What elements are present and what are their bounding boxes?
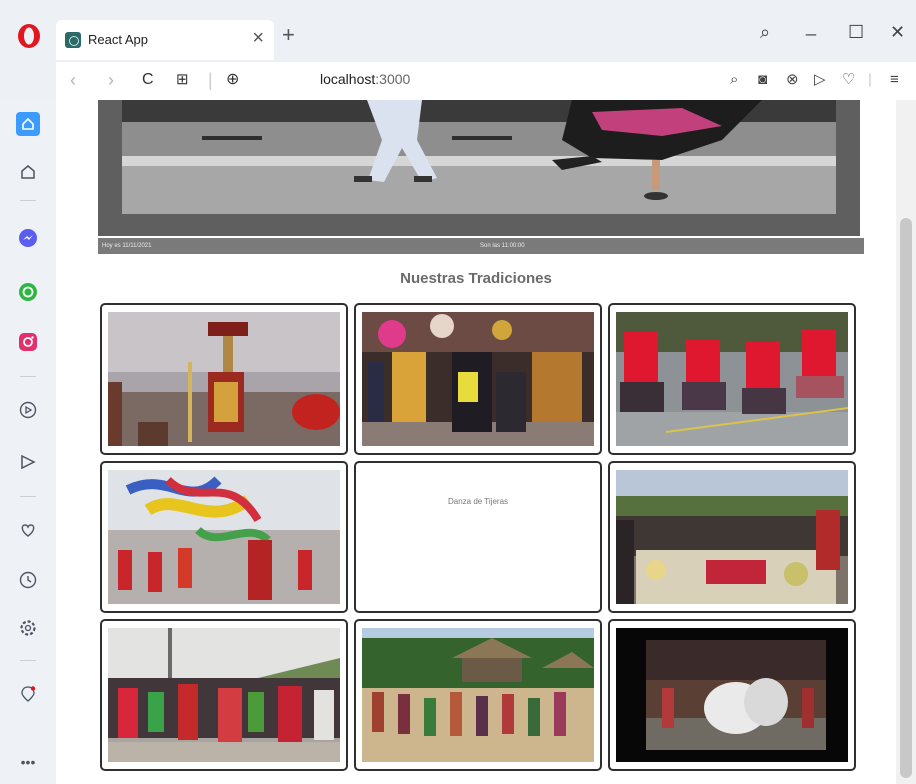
camera-icon[interactable]: ◙ bbox=[758, 70, 767, 90]
close-window-button[interactable]: ✕ bbox=[890, 22, 905, 42]
easy-setup-menu-icon[interactable]: ≡ bbox=[890, 70, 899, 90]
browser-window: React App × + ⌕ _ ☐ ✕ ‹ › C ⊞ | ⊕ localh… bbox=[0, 0, 916, 784]
forward-button[interactable]: › bbox=[108, 70, 114, 90]
whatsapp-icon[interactable] bbox=[16, 280, 40, 304]
reload-button[interactable]: C bbox=[142, 70, 154, 90]
tips-icon[interactable] bbox=[16, 682, 40, 706]
player-icon[interactable] bbox=[16, 398, 40, 422]
nav-divider: | bbox=[208, 70, 213, 90]
gallery-card[interactable] bbox=[100, 303, 348, 455]
settings-icon[interactable] bbox=[16, 616, 40, 640]
speed-dial-button[interactable]: ⊞ bbox=[176, 70, 189, 90]
gallery-card[interactable] bbox=[100, 461, 348, 613]
bookmark-icon[interactable] bbox=[16, 160, 40, 184]
gallery-card-danza-de-tijeras[interactable]: Danza de Tijeras bbox=[354, 461, 602, 613]
gallery-image-crowd bbox=[108, 628, 340, 762]
time-text: Son las 11:00:00 bbox=[480, 243, 525, 249]
address-field[interactable]: localhost:3000 bbox=[320, 71, 410, 87]
hero-image-frame bbox=[98, 100, 860, 236]
gallery-image-inti bbox=[108, 312, 340, 446]
title-bar: React App × + ⌕ _ ☐ ✕ ‹ › C ⊞ | ⊕ localh… bbox=[0, 0, 916, 100]
gallery-card[interactable] bbox=[608, 303, 856, 455]
favorites-heart-icon[interactable] bbox=[16, 518, 40, 542]
snapshot-search-icon[interactable]: ⌕ bbox=[730, 70, 738, 90]
gallery-card[interactable] bbox=[354, 619, 602, 771]
gallery-card[interactable] bbox=[608, 461, 856, 613]
history-icon[interactable] bbox=[16, 568, 40, 592]
hero-image bbox=[122, 100, 836, 214]
address-bar-row: ‹ › C ⊞ | ⊕ localhost:3000 ⌕ ◙ ⊗ ▷ ♡ | ≡ bbox=[56, 62, 916, 100]
toolbar-divider: | bbox=[868, 71, 872, 88]
react-favicon-icon bbox=[65, 32, 81, 48]
gallery-card[interactable] bbox=[608, 619, 856, 771]
tab-close-button[interactable]: × bbox=[252, 28, 264, 48]
gallery-card[interactable] bbox=[354, 303, 602, 455]
back-button[interactable]: ‹ bbox=[70, 70, 76, 90]
more-icon[interactable]: ••• bbox=[16, 750, 40, 774]
messenger-icon[interactable] bbox=[16, 226, 40, 250]
gallery-card[interactable] bbox=[100, 619, 348, 771]
gallery-image-market bbox=[616, 470, 848, 604]
gallery-image-jungle bbox=[362, 628, 594, 762]
send-icon[interactable]: ▷ bbox=[814, 70, 826, 90]
address-host: localhost bbox=[320, 71, 376, 87]
address-port: :3000 bbox=[375, 71, 411, 87]
search-tabs-button[interactable]: ⌕ bbox=[760, 22, 770, 42]
hero-caption-bar: Hoy es 11/11/2021 Son las 11:00:00 bbox=[98, 238, 864, 254]
send-tab-icon[interactable] bbox=[16, 450, 40, 474]
date-text: Hoy es 11/11/2021 bbox=[102, 243, 152, 249]
gallery-image-red-dancers bbox=[616, 312, 848, 446]
page-scrollbar[interactable] bbox=[896, 100, 916, 784]
sidebar: ••• bbox=[0, 100, 56, 784]
instagram-icon[interactable] bbox=[16, 330, 40, 354]
sidebar-separator bbox=[20, 376, 36, 377]
scrollbar-thumb[interactable] bbox=[900, 218, 912, 778]
sidebar-separator bbox=[20, 660, 36, 661]
sidebar-separator bbox=[20, 496, 36, 497]
heart-icon[interactable]: ♡ bbox=[842, 70, 855, 90]
gallery-image-stage bbox=[616, 628, 848, 762]
new-tab-button[interactable]: + bbox=[282, 24, 295, 46]
missing-image-alt-text: Danza de Tijeras bbox=[447, 497, 509, 506]
maximize-button[interactable]: ☐ bbox=[848, 22, 864, 42]
section-title: Nuestras Tradiciones bbox=[400, 270, 552, 287]
minimize-button[interactable]: _ bbox=[806, 16, 816, 36]
gallery-image-festival bbox=[362, 312, 594, 446]
web-page: Hoy es 11/11/2021 Son las 11:00:00 Nuest… bbox=[56, 100, 896, 784]
home-icon[interactable] bbox=[16, 112, 40, 136]
opera-logo-icon[interactable] bbox=[16, 22, 42, 50]
gallery-image-ribbons bbox=[108, 470, 340, 604]
tab-react-app[interactable]: React App × bbox=[56, 20, 274, 60]
sidebar-separator bbox=[20, 200, 36, 201]
site-info-icon[interactable]: ⊕ bbox=[226, 70, 239, 90]
tab-title: React App bbox=[88, 32, 148, 47]
ad-block-icon[interactable]: ⊗ bbox=[786, 70, 799, 90]
